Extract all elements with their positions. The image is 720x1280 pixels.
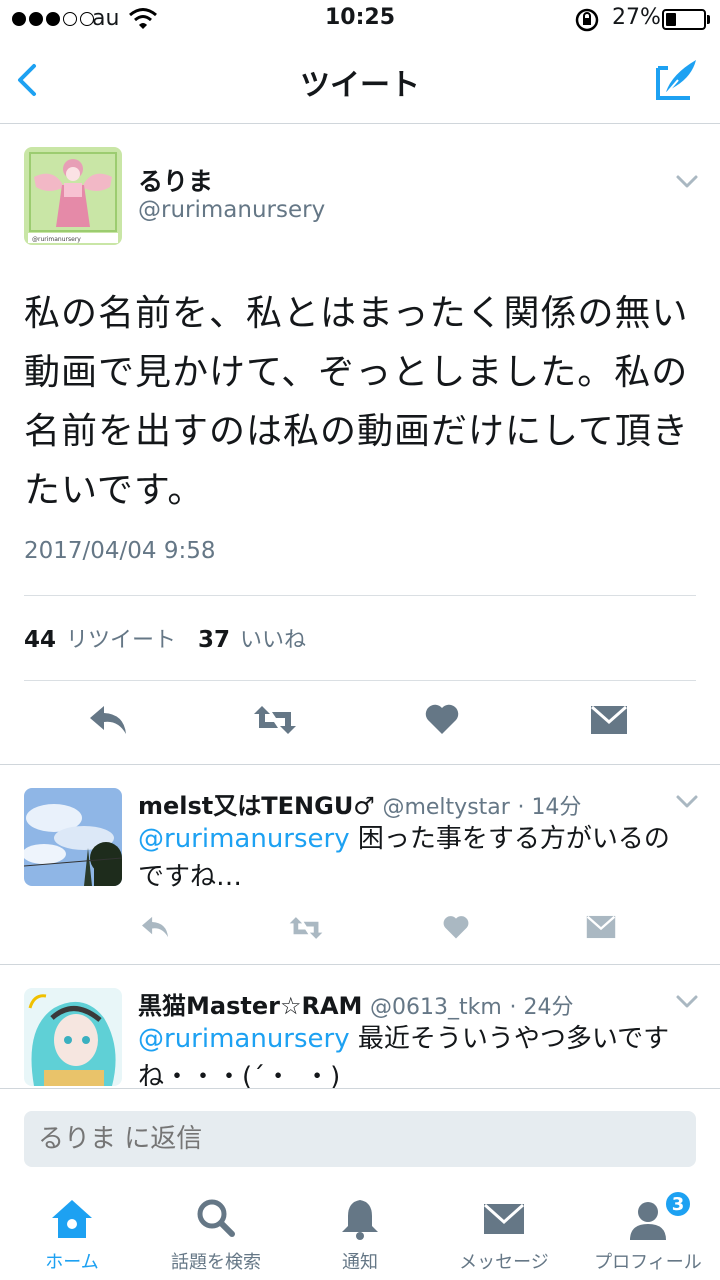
tab-home[interactable]: ホーム [0,1184,144,1280]
page-title: ツイート [300,68,420,103]
reply-mention[interactable]: @rurimanursery [138,1024,350,1054]
author-name[interactable]: るりま [138,162,213,198]
tweet-text: 私の名前を、私とはまったく関係の無い動画で見かけて、ぞっとしました。私の名前を出… [24,293,689,511]
reply-composer-bar [0,1088,720,1184]
battery-percent: 27% [612,5,661,30]
author-handle[interactable]: @rurimanursery [138,197,325,223]
tab-profile[interactable]: 3 プロフィール [576,1184,720,1280]
chevron-down-icon[interactable] [674,788,700,814]
tab-label: メッセージ [459,1252,549,1273]
retweet-icon[interactable] [252,702,298,742]
tab-label: プロフィール [594,1252,702,1273]
tweet-stats: 44 リツイート 37 いいね [24,622,328,654]
reply-actions [0,914,720,946]
divider [0,964,720,965]
author-avatar[interactable]: @rurimanursery [24,147,122,245]
reply-input[interactable] [24,1111,696,1167]
like-heart-icon[interactable] [424,702,460,740]
reply-time: · 14分 [517,795,582,820]
status-bar: au 10:25 27% [0,0,720,40]
reply-header: melst又はTENGU♂ @meltystar · 14分 [138,786,581,821]
reply-author-name[interactable]: melst又はTENGU♂ [138,792,375,820]
tab-bar: ホーム 話題を検索 通知 メッセージ 3 プロフィール [0,1184,720,1280]
retweet-label[interactable]: リツイート [66,622,176,654]
tweet-actions [0,700,720,744]
search-icon [192,1196,240,1242]
reply-author-handle[interactable]: @meltystar [382,795,509,820]
tab-label: 通知 [342,1252,378,1273]
rotation-lock-icon [574,7,600,39]
reply-time: · 24分 [509,995,574,1020]
tab-messages[interactable]: メッセージ [432,1184,576,1280]
direct-message-icon[interactable] [590,704,628,740]
envelope-icon [480,1196,528,1242]
tweet-timestamp: 2017/04/04 9:58 [24,538,216,564]
chevron-down-icon[interactable] [674,988,700,1014]
navigation-bar: ツイート [0,40,720,124]
chevron-down-icon[interactable] [674,168,700,194]
reply-icon[interactable] [88,702,128,742]
like-label[interactable]: いいね [240,622,306,654]
reply-tweet[interactable]: melst又はTENGU♂ @meltystar · 14分 @rurimanu… [0,766,720,966]
reply-tweet[interactable]: 黒猫Master☆RAM @0613_tkm · 24分 @rurimanurs… [0,966,720,1088]
retweet-count[interactable]: 44 [24,627,56,653]
like-count[interactable]: 37 [198,627,230,653]
tab-notifications[interactable]: 通知 [288,1184,432,1280]
compose-tweet-icon[interactable] [652,54,704,106]
reply-author-handle[interactable]: @0613_tkm [370,995,502,1020]
tab-search[interactable]: 話題を検索 [144,1184,288,1280]
reply-avatar[interactable] [24,988,122,1086]
divider [24,680,696,681]
divider [24,595,696,596]
like-heart-icon[interactable] [442,914,470,944]
reply-text: @rurimanursery 困った事をする方がいるのですね… [138,824,670,892]
tab-label: 話題を検索 [171,1252,261,1273]
reply-mention[interactable]: @rurimanursery [138,824,350,854]
battery-icon [662,9,706,30]
bell-icon [336,1196,384,1242]
direct-message-icon[interactable] [586,914,616,944]
reply-text: @rurimanursery 最近そういうやつ多いですね・・・(´・_・) [138,1024,670,1088]
tab-label: ホーム [45,1252,99,1273]
reply-avatar[interactable] [24,788,122,886]
notification-badge: 3 [664,1190,692,1218]
reply-icon[interactable] [140,914,170,944]
svg-text:@rurimanursery: @rurimanursery [32,236,81,243]
reply-header: 黒猫Master☆RAM @0613_tkm · 24分 [138,986,573,1021]
divider [0,764,720,765]
reply-author-name[interactable]: 黒猫Master☆RAM [138,992,362,1020]
retweet-icon[interactable] [288,914,324,946]
home-icon [48,1196,96,1242]
